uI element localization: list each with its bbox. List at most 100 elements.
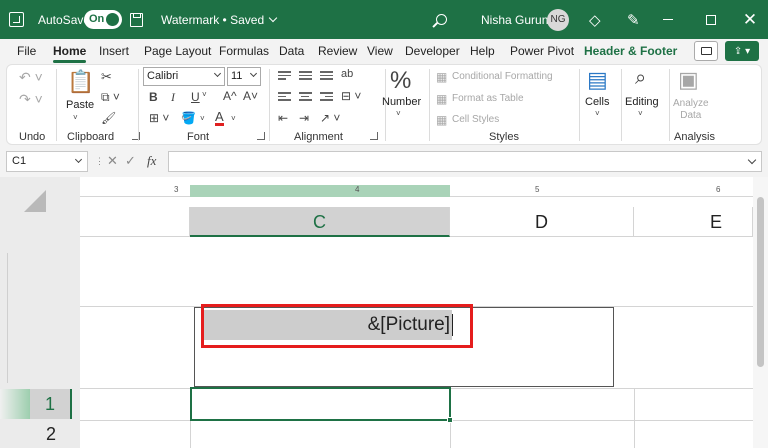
align-bottom-icon[interactable] bbox=[320, 71, 333, 82]
cells-icon[interactable]: ▤ bbox=[587, 67, 608, 93]
tab-page-layout[interactable]: Page Layout bbox=[144, 39, 211, 63]
maximize-button[interactable] bbox=[704, 0, 718, 39]
scrollbar-thumb[interactable] bbox=[757, 197, 764, 367]
ribbon-tabs: File Home Insert Page Layout Formulas Da… bbox=[0, 39, 768, 63]
cell-styles-button[interactable]: Cell Styles bbox=[452, 114, 499, 125]
number-format-icon[interactable]: % bbox=[390, 67, 411, 95]
column-header-d[interactable]: D bbox=[450, 207, 634, 237]
number-button[interactable]: Number bbox=[382, 96, 421, 108]
separator bbox=[621, 69, 622, 141]
separator bbox=[429, 69, 430, 141]
tab-help[interactable]: Help bbox=[470, 39, 495, 63]
autosave-toggle[interactable]: On bbox=[84, 0, 122, 39]
align-top-icon[interactable] bbox=[278, 71, 291, 82]
copy-icon[interactable]: ⧉ ˅ bbox=[101, 90, 120, 105]
italic-button[interactable]: I bbox=[171, 90, 175, 105]
alignment-launcher-icon[interactable] bbox=[370, 132, 378, 140]
cells-dropdown-icon[interactable]: ˅ bbox=[595, 109, 600, 118]
enter-icon[interactable]: ✓ bbox=[125, 153, 136, 169]
paste-icon[interactable]: 📋 bbox=[67, 69, 94, 95]
expand-formula-bar-icon[interactable] bbox=[747, 155, 757, 165]
undo-icon[interactable]: ↶ ˅ bbox=[19, 69, 43, 86]
formula-input[interactable] bbox=[168, 151, 762, 172]
tab-file[interactable]: File bbox=[17, 39, 36, 63]
close-button[interactable]: ✕ bbox=[743, 0, 757, 39]
underline-dropdown-icon[interactable]: ˅ bbox=[202, 90, 207, 99]
select-all-button[interactable] bbox=[24, 190, 46, 212]
font-name-select[interactable]: Calibri bbox=[143, 67, 225, 86]
increase-indent-icon[interactable]: ⇥ bbox=[299, 111, 309, 125]
row-header-2[interactable]: 2 bbox=[30, 421, 72, 448]
format-as-table-button[interactable]: Format as Table bbox=[452, 93, 524, 104]
column-header-b[interactable] bbox=[80, 207, 190, 237]
share-button[interactable]: ⇪ ▾ bbox=[725, 41, 759, 61]
align-right-icon[interactable] bbox=[320, 92, 333, 103]
font-color-dropdown-icon[interactable]: ˅ bbox=[231, 114, 236, 123]
row-header-1[interactable]: 1 bbox=[30, 389, 72, 419]
search-icon[interactable] bbox=[436, 0, 447, 39]
fill-color-icon[interactable]: 🪣 bbox=[181, 111, 196, 125]
tab-developer[interactable]: Developer bbox=[405, 39, 460, 63]
paste-dropdown-icon[interactable]: ˅ bbox=[73, 113, 78, 122]
number-dropdown-icon[interactable]: ˅ bbox=[396, 109, 401, 118]
editing-dropdown-icon[interactable]: ˅ bbox=[638, 109, 643, 118]
font-launcher-icon[interactable] bbox=[257, 132, 265, 140]
merge-center-icon[interactable]: ⊟ ˅ bbox=[341, 89, 361, 103]
excel-logo-icon bbox=[9, 0, 27, 39]
autosave-state: On bbox=[89, 13, 105, 25]
diamond-icon[interactable]: ◇ bbox=[589, 0, 601, 39]
bold-button[interactable]: B bbox=[149, 90, 158, 104]
pen-icon[interactable]: ✎ bbox=[627, 0, 640, 39]
comments-button[interactable] bbox=[694, 41, 718, 61]
paste-button[interactable]: Paste bbox=[66, 99, 94, 111]
horizontal-ruler: 3 4 5 6 bbox=[80, 177, 753, 197]
document-title[interactable]: Watermark • Saved bbox=[161, 0, 278, 39]
tab-view[interactable]: View bbox=[367, 39, 393, 63]
tab-header-footer[interactable]: Header & Footer bbox=[584, 39, 677, 63]
column-header-e[interactable]: E bbox=[634, 207, 753, 237]
fill-color-dropdown-icon[interactable]: ˅ bbox=[200, 114, 205, 123]
analyze-data-button[interactable]: Analyze Data bbox=[673, 98, 709, 122]
autosave-label: AutoSave bbox=[38, 12, 91, 27]
fill-handle[interactable] bbox=[447, 417, 453, 423]
tab-home[interactable]: Home bbox=[53, 39, 87, 63]
cut-icon[interactable]: ✂ bbox=[101, 69, 112, 85]
editing-button[interactable]: Editing bbox=[625, 96, 659, 108]
conditional-formatting-button[interactable]: Conditional Formatting bbox=[452, 71, 553, 82]
format-painter-icon[interactable]: 🖌 bbox=[101, 111, 116, 125]
tab-insert[interactable]: Insert bbox=[99, 39, 129, 63]
column-header-c[interactable]: C bbox=[190, 207, 450, 237]
align-left-icon[interactable] bbox=[278, 92, 291, 103]
cells-button[interactable]: Cells bbox=[585, 96, 609, 108]
decrease-indent-icon[interactable]: ⇤ bbox=[278, 111, 288, 125]
name-box[interactable]: C1 bbox=[6, 151, 88, 172]
avatar[interactable]: NG bbox=[547, 0, 569, 39]
font-size-select[interactable]: 11 bbox=[227, 67, 261, 86]
align-middle-icon[interactable] bbox=[299, 71, 312, 82]
minimize-button[interactable] bbox=[661, 0, 675, 39]
vertical-scrollbar[interactable] bbox=[753, 177, 768, 448]
tab-review[interactable]: Review bbox=[318, 39, 357, 63]
shrink-font-button[interactable]: A˅ bbox=[243, 89, 258, 103]
save-icon[interactable] bbox=[130, 0, 143, 39]
grow-font-button[interactable]: A^ bbox=[223, 89, 237, 103]
cancel-icon[interactable]: ✕ bbox=[107, 153, 118, 169]
redo-icon[interactable]: ↷ ˅ bbox=[19, 91, 43, 108]
orientation-icon[interactable]: ↗ ˅ bbox=[320, 111, 340, 125]
user-name[interactable]: Nisha Gurung bbox=[481, 0, 555, 39]
insert-function-button[interactable]: fx bbox=[147, 153, 156, 169]
worksheet-area: 3 4 5 6 C D E &[Picture] 1 2 bbox=[0, 177, 768, 448]
format-as-table-icon: ▦ bbox=[436, 92, 448, 106]
tab-formulas[interactable]: Formulas bbox=[219, 39, 269, 63]
borders-icon[interactable]: ⊞ ˅ bbox=[149, 111, 169, 125]
font-color-icon[interactable]: A bbox=[215, 110, 224, 126]
tab-data[interactable]: Data bbox=[279, 39, 304, 63]
group-label-alignment: Alignment bbox=[294, 131, 343, 143]
align-center-icon[interactable] bbox=[299, 92, 312, 103]
active-cell-c1[interactable] bbox=[190, 387, 451, 421]
wrap-text-icon[interactable]: ab bbox=[341, 68, 353, 80]
tab-power-pivot[interactable]: Power Pivot bbox=[510, 39, 574, 63]
underline-button[interactable]: U bbox=[191, 90, 200, 104]
editing-search-icon[interactable]: ⌕ bbox=[635, 67, 646, 90]
group-label-clipboard: Clipboard bbox=[67, 131, 115, 143]
